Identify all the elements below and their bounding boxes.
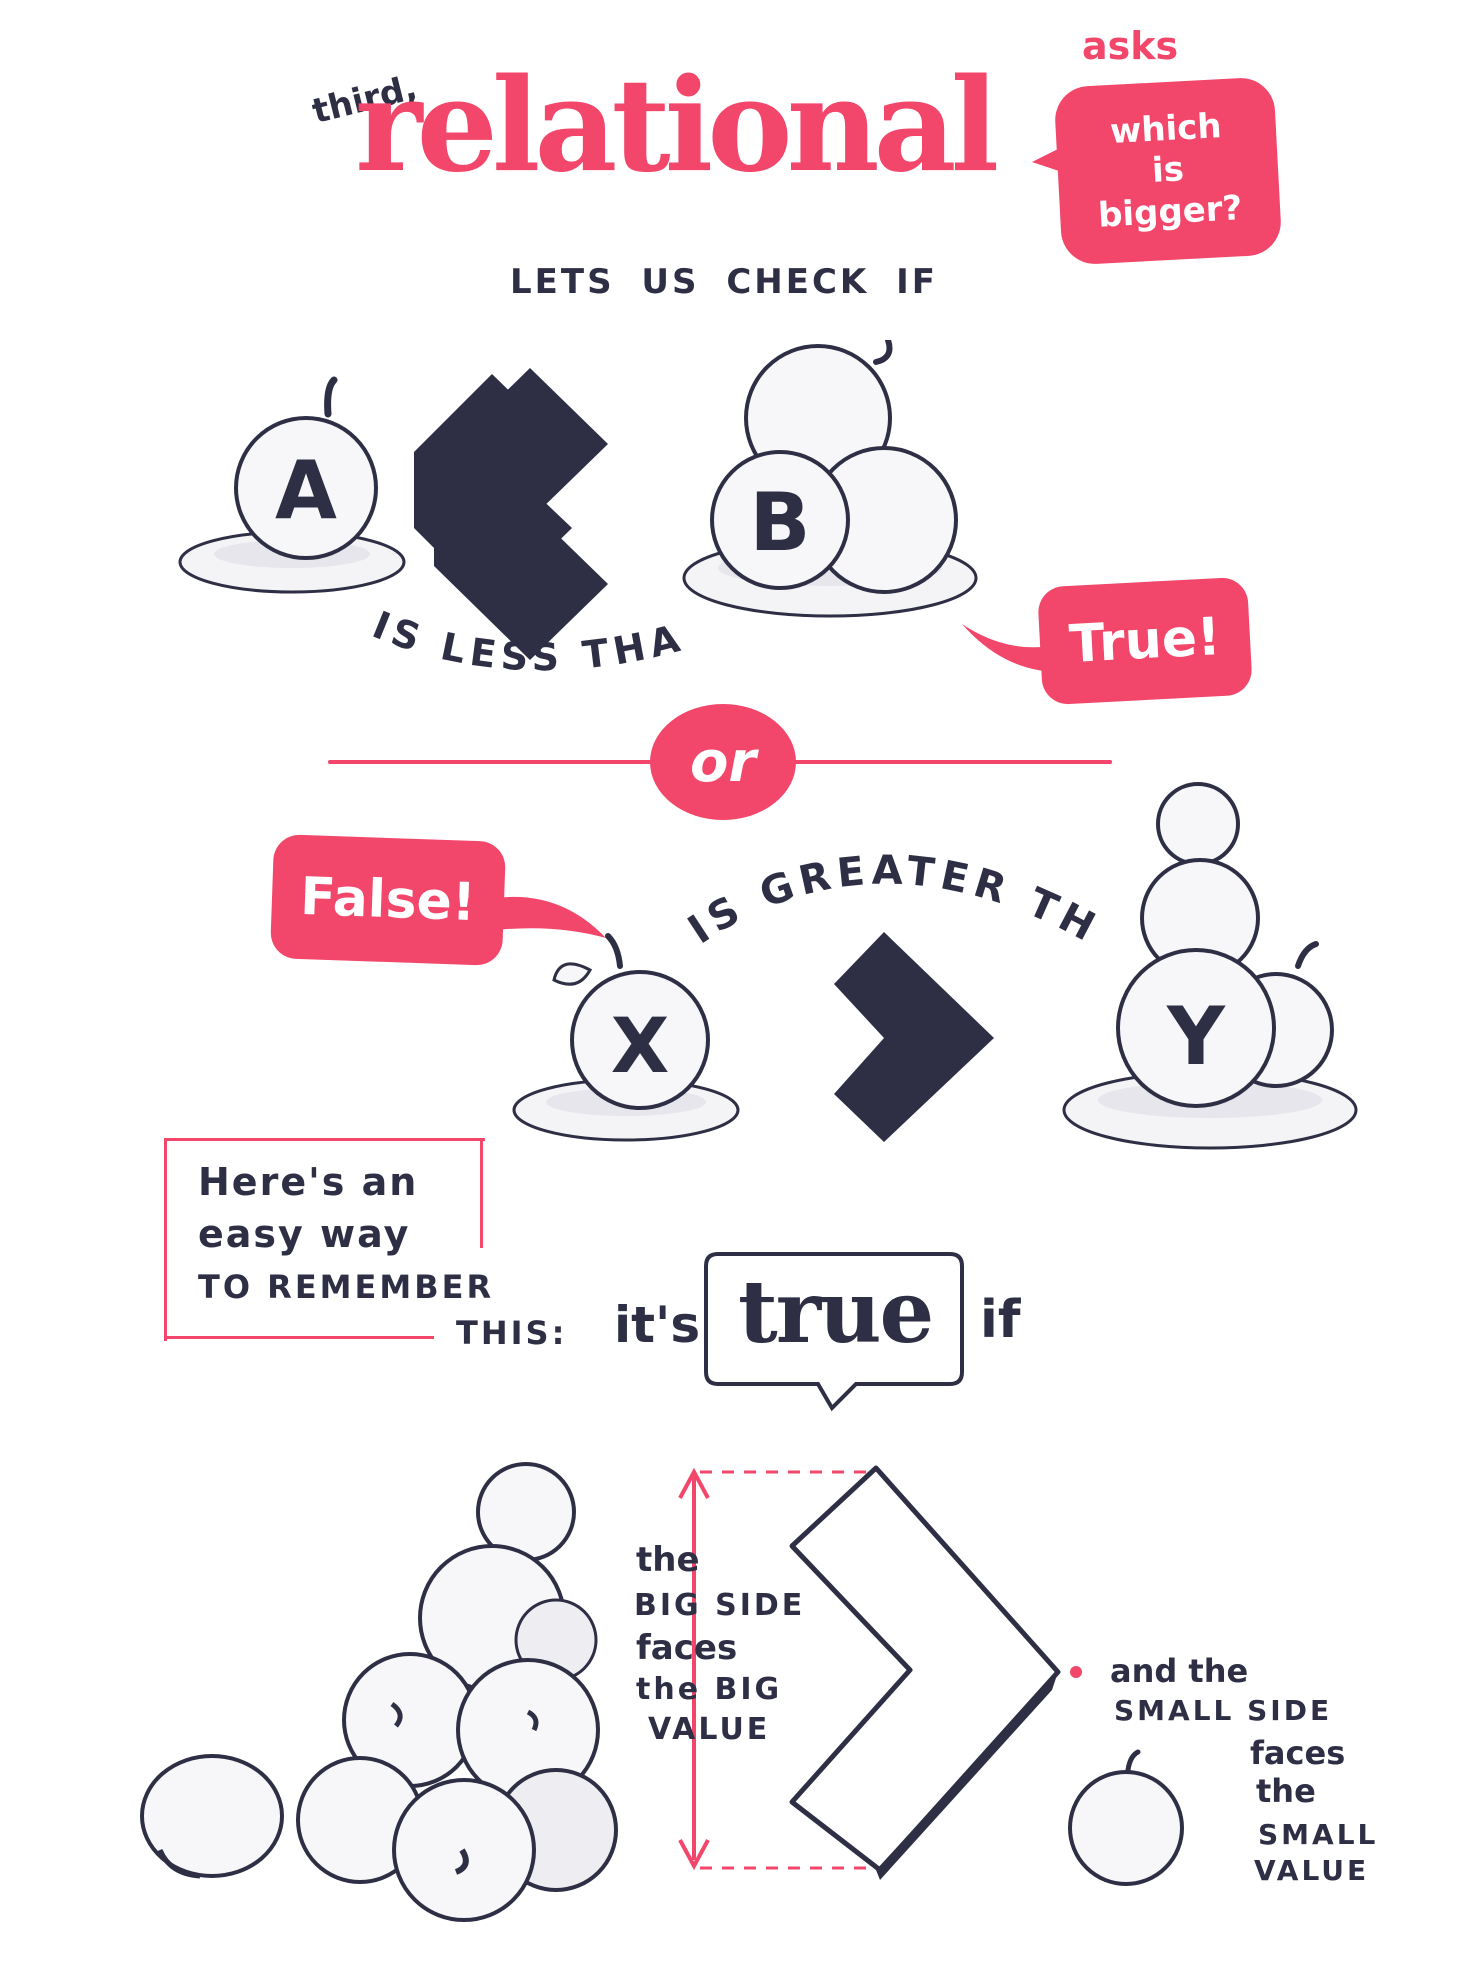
apple-stack-y-icon: Y <box>1116 782 1334 1108</box>
small-side-line-2: SMALL SIDE <box>1114 1694 1333 1727</box>
tip-if: if <box>980 1290 1021 1350</box>
tip-its: it's <box>614 1296 701 1354</box>
apple-a-icon: A <box>234 376 378 560</box>
apple-x-label: X <box>611 1001 670 1090</box>
small-side-line-5: SMALL <box>1258 1818 1379 1851</box>
tip-box-bottom-edge <box>164 1336 434 1339</box>
tip-line-3: TO REMEMBER <box>198 1268 495 1306</box>
big-side-line-3: faces <box>636 1628 738 1668</box>
greater-than-chevron <box>834 932 994 1142</box>
asks-label: asks <box>1082 24 1179 68</box>
page-title: relational <box>355 51 999 201</box>
small-apple-right-icon <box>1068 1749 1184 1886</box>
big-side-line-4: the BIG <box>636 1672 783 1707</box>
small-side-pointer-dot <box>1070 1666 1082 1678</box>
small-side-line-3: faces <box>1250 1734 1346 1772</box>
lone-apple-left-icon <box>140 1754 284 1879</box>
less-than-scene: A B IS LESS THAN <box>0 340 1060 679</box>
small-side-line-6: VALUE <box>1254 1854 1370 1887</box>
question-bubble: which is bigger? <box>1053 76 1283 266</box>
tip-box-right-edge <box>480 1138 483 1248</box>
outline-greater-than-icon <box>789 1465 1061 1873</box>
apple-stack-b-icon: B <box>710 340 958 594</box>
apple-pyramid-icon <box>296 1462 618 1922</box>
apple-a-label: A <box>275 444 337 537</box>
small-side-line-4: the <box>1256 1772 1316 1810</box>
tip-line-1: Here's an <box>198 1160 419 1204</box>
tip-this-label: THIS: <box>456 1314 568 1352</box>
apple-b-label: B <box>750 476 811 569</box>
big-side-line-5: VALUE <box>648 1712 771 1747</box>
small-side-line-1: and the <box>1110 1652 1249 1690</box>
greater-than-scene: IS GREATER THAN X Y <box>0 780 1358 1150</box>
subtitle: LETS US CHECK IF <box>510 262 938 302</box>
question-line-3: bigger? <box>1097 187 1244 236</box>
true-word: true <box>738 1262 934 1363</box>
apple-y-label: Y <box>1166 990 1226 1083</box>
question-line-1: which <box>1108 105 1223 152</box>
tip-line-2: easy way <box>198 1212 411 1256</box>
big-side-line-1: the <box>636 1540 700 1580</box>
false-bubble-tail <box>496 896 606 938</box>
true-bubble: True! <box>1037 576 1253 706</box>
big-side-line-2: BIG SIDE <box>634 1588 806 1623</box>
